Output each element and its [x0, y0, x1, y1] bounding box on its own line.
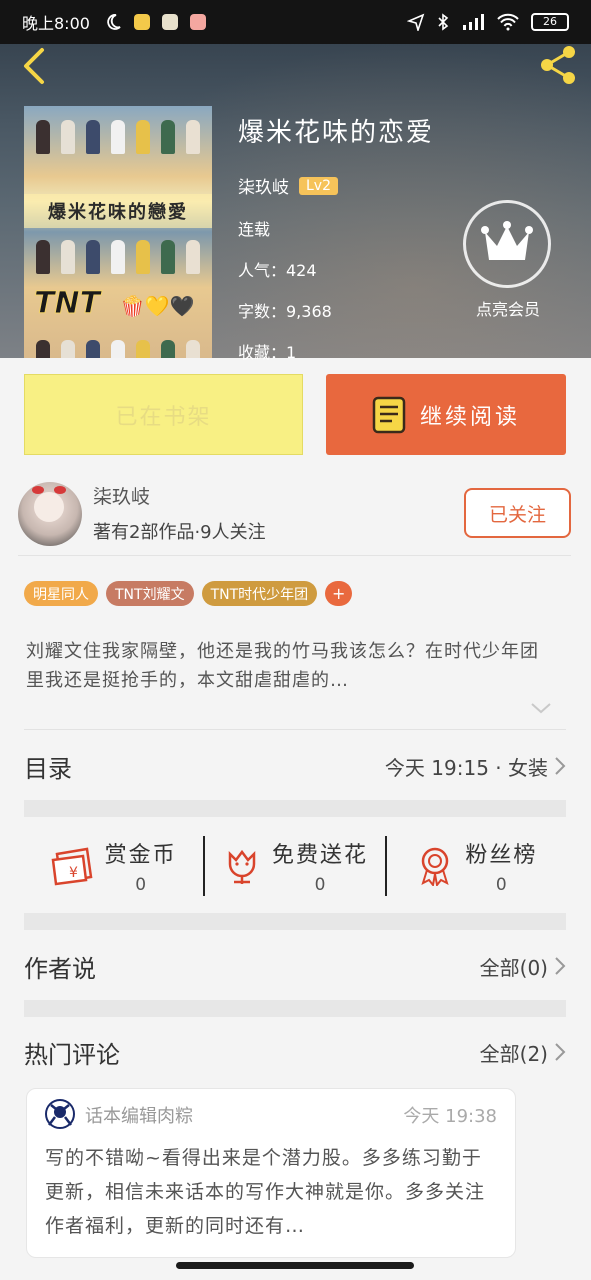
back-button[interactable] [14, 46, 54, 86]
fan-ranking-count: 0 [495, 875, 507, 895]
vip-button[interactable]: 点亮会员 [463, 200, 553, 320]
send-flower-count: 0 [314, 875, 326, 895]
gift-bar: ¥ 赏金币 0 免费送花 0 粉丝榜 0 [24, 818, 566, 914]
status-time: 晚上8:00 [22, 14, 90, 33]
chevron-left-icon [24, 48, 44, 84]
add-tag-button[interactable]: + [325, 581, 353, 606]
reward-coins-button[interactable]: ¥ 赏金币 0 [24, 818, 203, 914]
fan-ranking-label: 粉丝榜 [465, 843, 538, 868]
hot-comments-count: 全部(2) [479, 1041, 548, 1066]
book-author[interactable]: 柒玖岐 [238, 173, 289, 198]
catalog-row[interactable]: 目录 今天 19:15 · 女装 [24, 744, 566, 788]
hot-comments-row[interactable]: 热门评论 全部(2) [24, 1030, 566, 1074]
catalog-label: 目录 [24, 754, 72, 783]
app-notification-icon [133, 14, 150, 30]
author-works: 著有2部作品·9人关注 [93, 522, 266, 543]
author-says-count: 全部(0) [479, 955, 548, 980]
comment-time: 今天 19:38 [403, 1106, 497, 1127]
location-icon [407, 13, 425, 31]
tag-list: 明星同人 TNT刘耀文 TNT时代少年团 + [24, 581, 353, 606]
share-icon [541, 46, 575, 84]
red-envelope-icon: ¥ [51, 847, 93, 886]
cover-figures [30, 334, 206, 358]
svg-text:¥: ¥ [69, 865, 78, 881]
tag-chip[interactable]: TNT刘耀文 [106, 581, 194, 606]
chevron-right-icon [555, 957, 566, 975]
bluetooth-icon [438, 13, 449, 31]
level-badge: Lv2 [299, 176, 338, 195]
book-favorites: 收藏：1 [238, 343, 297, 362]
reward-coins-label: 赏金币 [104, 843, 177, 868]
vip-label: 点亮会员 [475, 300, 540, 319]
author-says-label: 作者说 [24, 954, 96, 983]
cover-figures [30, 114, 206, 154]
tag-chip[interactable]: TNT时代少年团 [201, 581, 318, 606]
cover-emoji: 🍿💛🖤 [120, 294, 195, 318]
author-card[interactable]: 柒玖岐 著有2部作品·9人关注 已关注 [18, 480, 571, 556]
in-bookshelf-button[interactable]: 已在书架 [24, 374, 303, 455]
catalog-latest: 今天 19:15 · 女装 [384, 755, 548, 780]
medal-icon [421, 847, 449, 886]
book-status: 连载 [238, 220, 271, 239]
reward-coins-count: 0 [135, 875, 147, 895]
section-gap [24, 913, 566, 930]
author-says-row[interactable]: 作者说 全部(0) [24, 944, 566, 988]
book-icon [372, 396, 406, 433]
cover-brand: TNT [33, 286, 101, 322]
commenter-name: 话本编辑肉粽 [85, 1106, 193, 1127]
book-word-count: 字数：9,368 [238, 302, 332, 321]
status-bar: 晚上8:00 26 [0, 0, 591, 44]
comment-card[interactable]: 话本编辑肉粽 今天 19:38 写的不错呦~看得出来是个潜力股。多多练习勤于更新… [26, 1088, 516, 1258]
send-flower-label: 免费送花 [271, 843, 368, 868]
chevron-right-icon [555, 1043, 566, 1061]
synopsis: 刘耀文住我家隔壁，他还是我的竹马我该怎么？在时代少年团里我还是挺抢手的，本文甜虐… [26, 641, 539, 691]
author-name: 柒玖岐 [93, 486, 151, 508]
signal-icon [463, 14, 484, 30]
comment-text: 写的不错呦~看得出来是个潜力股。多多练习勤于更新，相信未来话本的写作大神就是你。… [45, 1147, 486, 1237]
app-notification-icon [189, 14, 206, 30]
fan-ranking-button[interactable]: 粉丝榜 0 [387, 818, 566, 914]
book-popularity: 人气：424 [238, 261, 317, 280]
author-avatar[interactable] [18, 482, 82, 546]
send-flower-button[interactable]: 免费送花 0 [205, 818, 384, 914]
flower-icon [228, 849, 256, 884]
divider [24, 729, 566, 730]
section-gap [24, 800, 566, 817]
chevron-right-icon [555, 757, 566, 775]
wifi-icon [497, 13, 519, 31]
book-title: 爆米花味的恋爱 [238, 118, 435, 148]
section-gap [24, 1000, 566, 1017]
book-cover[interactable]: 爆米花味的戀愛 TNT 🍿💛🖤 [24, 106, 212, 358]
book-info: 爆米花味的恋爱 柒玖岐 Lv2 连载 人气：424 字数：9,368 收藏：1 [238, 112, 434, 363]
chevron-down-icon [531, 703, 551, 714]
share-button[interactable] [537, 44, 579, 86]
expand-synopsis-button[interactable] [530, 700, 552, 719]
cover-figures [30, 234, 206, 274]
commenter-avatar[interactable] [45, 1099, 75, 1129]
crown-icon [481, 221, 533, 260]
battery-icon: 26 [531, 13, 569, 31]
app-notification-icon [161, 14, 178, 30]
moon-icon [107, 14, 121, 30]
hot-comments-label: 热门评论 [24, 1040, 120, 1069]
home-indicator[interactable] [176, 1262, 414, 1269]
cover-title: 爆米花味的戀愛 [24, 194, 212, 228]
continue-reading-label: 继续阅读 [419, 404, 520, 430]
follow-button[interactable]: 已关注 [464, 488, 571, 538]
continue-reading-button[interactable]: 继续阅读 [326, 374, 566, 455]
tag-chip[interactable]: 明星同人 [24, 581, 98, 606]
